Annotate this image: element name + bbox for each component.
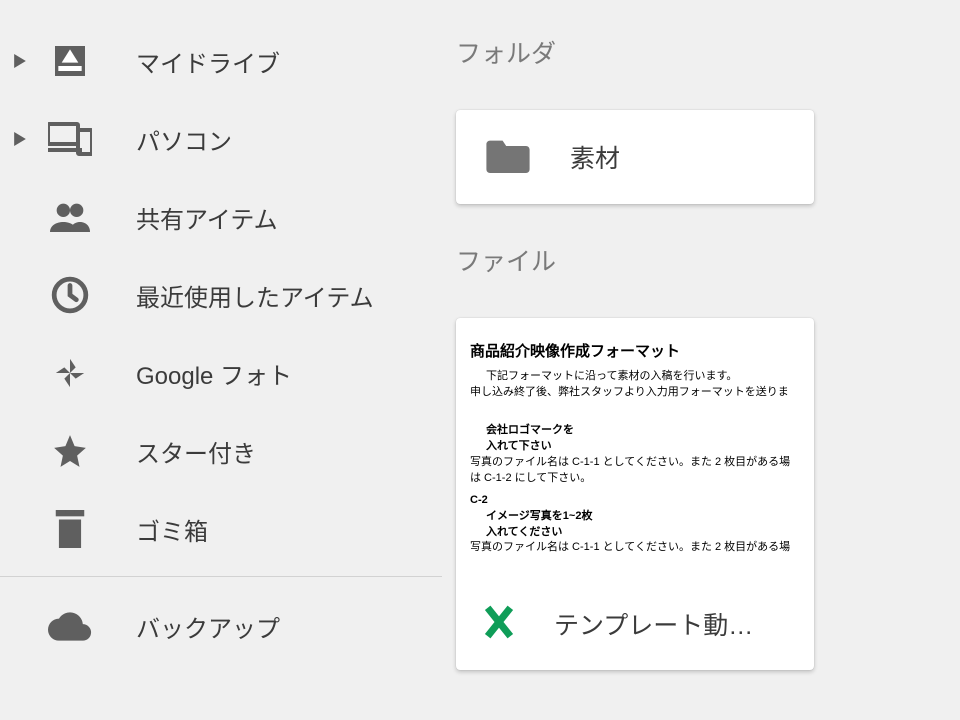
- sheets-icon: [482, 605, 516, 644]
- expand-icon: [0, 132, 40, 146]
- sidebar-item-shared[interactable]: 共有アイテム: [0, 178, 456, 256]
- file-preview: 商品紹介映像作成フォーマット 下記フォーマットに沿って素材の入稿を行います。 申…: [456, 318, 814, 578]
- clock-icon: [40, 276, 100, 314]
- star-icon: [40, 432, 100, 470]
- sidebar-item-backup[interactable]: バックアップ: [0, 587, 456, 665]
- trash-icon: [40, 510, 100, 548]
- drive-icon: [40, 41, 100, 81]
- sidebar-item-label: スター付き: [100, 434, 256, 469]
- sidebar-item-trash[interactable]: ゴミ箱: [0, 490, 456, 568]
- sidebar-item-my-drive[interactable]: マイドライブ: [0, 22, 456, 100]
- sidebar-item-label: マイドライブ: [100, 44, 280, 79]
- sidebar-item-label: Google フォト: [100, 356, 292, 391]
- sidebar-item-label: ゴミ箱: [100, 512, 208, 547]
- sidebar-item-recent[interactable]: 最近使用したアイテム: [0, 256, 456, 334]
- divider: [0, 576, 442, 577]
- sidebar-item-label: バックアップ: [100, 609, 280, 644]
- sidebar-item-label: 最近使用したアイテム: [100, 278, 374, 313]
- sidebar-item-photos[interactable]: Google フォト: [0, 334, 456, 412]
- sidebar: マイドライブ パソコン 共有アイテム: [0, 0, 456, 720]
- folders-heading: フォルダ: [456, 34, 960, 70]
- folder-card[interactable]: 素材: [456, 110, 814, 204]
- sidebar-item-computers[interactable]: パソコン: [0, 100, 456, 178]
- cloud-icon: [40, 611, 100, 641]
- sidebar-item-label: 共有アイテム: [100, 200, 278, 235]
- devices-icon: [40, 122, 100, 156]
- file-name: テンプレート動…: [554, 606, 753, 642]
- main-content: フォルダ 素材 ファイル 商品紹介映像作成フォーマット 下記フォーマットに沿って…: [456, 0, 960, 720]
- file-footer: テンプレート動…: [456, 578, 814, 670]
- people-icon: [40, 202, 100, 232]
- files-heading: ファイル: [456, 242, 960, 278]
- expand-icon: [0, 54, 40, 68]
- folder-icon: [486, 137, 530, 178]
- sidebar-item-starred[interactable]: スター付き: [0, 412, 456, 490]
- file-card[interactable]: 商品紹介映像作成フォーマット 下記フォーマットに沿って素材の入稿を行います。 申…: [456, 318, 814, 670]
- photos-icon: [40, 356, 100, 390]
- sidebar-item-label: パソコン: [100, 122, 232, 157]
- folder-name: 素材: [570, 139, 620, 175]
